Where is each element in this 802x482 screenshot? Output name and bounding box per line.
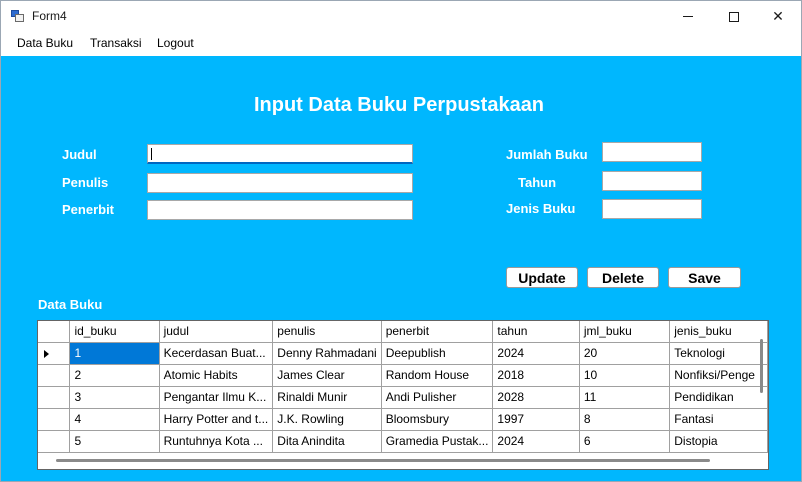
table-row[interactable]: 5 Runtuhnya Kota ... Dita Anindita Grame… xyxy=(38,430,768,453)
grid-cell[interactable]: Dita Anindita xyxy=(272,430,382,453)
table-row[interactable]: 2 Atomic Habits James Clear Random House… xyxy=(38,364,768,387)
data-buku-section-label: Data Buku xyxy=(38,297,103,312)
grid-cell[interactable]: Kecerdasan Buat... xyxy=(159,342,274,365)
menu-bar: Data Buku Transaksi Logout xyxy=(1,32,801,56)
grid-cell[interactable]: 1 xyxy=(69,342,160,365)
table-row[interactable]: 4 Harry Potter and t... J.K. Rowling Blo… xyxy=(38,408,768,431)
table-row[interactable]: 3 Pengantar Ilmu K... Rinaldi Munir Andi… xyxy=(38,386,768,409)
app-window: Form4 ✕ Data Buku Transaksi Logout Input… xyxy=(0,0,802,482)
jumlah-buku-field[interactable] xyxy=(602,142,702,162)
column-header-tahun[interactable]: tahun xyxy=(492,321,580,343)
grid-cell[interactable]: Harry Potter and t... xyxy=(159,408,274,431)
update-button[interactable]: Update xyxy=(506,267,578,288)
grid-cell[interactable]: 6 xyxy=(579,430,671,453)
form-panel: Input Data Buku Perpustakaan Judul Penul… xyxy=(1,56,801,481)
row-header[interactable] xyxy=(38,386,71,409)
column-header-penulis[interactable]: penulis xyxy=(272,321,382,343)
grid-cell[interactable]: Pendidikan xyxy=(669,386,768,409)
grid-cell[interactable]: 11 xyxy=(579,386,671,409)
jenis-buku-label: Jenis Buku xyxy=(506,201,576,216)
row-header[interactable] xyxy=(38,342,71,365)
horizontal-scrollbar[interactable] xyxy=(56,459,710,462)
grid-cell[interactable]: Teknologi xyxy=(669,342,768,365)
row-header[interactable] xyxy=(38,408,71,431)
penulis-label: Penulis xyxy=(62,175,109,190)
row-header[interactable] xyxy=(38,364,71,387)
menu-logout[interactable]: Logout xyxy=(155,36,196,50)
grid-cell[interactable]: Andi Pulisher xyxy=(381,386,494,409)
menu-transaksi[interactable]: Transaksi xyxy=(88,36,144,50)
penerbit-label: Penerbit xyxy=(62,202,115,217)
data-buku-grid[interactable]: id_buku judul penulis penerbit tahun jml… xyxy=(37,320,769,470)
grid-cell[interactable]: 10 xyxy=(579,364,671,387)
close-icon: ✕ xyxy=(772,8,784,24)
grid-corner-cell[interactable] xyxy=(38,321,71,343)
grid-cell[interactable]: Distopia xyxy=(669,430,768,453)
judul-field[interactable] xyxy=(147,144,413,164)
grid-cell[interactable]: 2028 xyxy=(492,386,580,409)
grid-cell[interactable]: Runtuhnya Kota ... xyxy=(159,430,274,453)
tahun-label: Tahun xyxy=(518,175,557,190)
column-header-judul[interactable]: judul xyxy=(159,321,274,343)
grid-cell[interactable]: Denny Rahmadani xyxy=(272,342,382,365)
column-header-id-buku[interactable]: id_buku xyxy=(69,321,160,343)
grid-cell[interactable]: Nonfiksi/Penge xyxy=(669,364,768,387)
grid-cell[interactable]: Atomic Habits xyxy=(159,364,274,387)
grid-cell[interactable]: J.K. Rowling xyxy=(272,408,382,431)
current-row-arrow-icon xyxy=(44,349,49,358)
jenis-buku-field[interactable] xyxy=(602,199,702,219)
grid-cell[interactable]: 8 xyxy=(579,408,671,431)
grid-cell[interactable]: Rinaldi Munir xyxy=(272,386,382,409)
grid-cell[interactable]: Fantasi xyxy=(669,408,768,431)
maximize-button[interactable] xyxy=(711,1,757,32)
grid-table: id_buku judul penulis penerbit tahun jml… xyxy=(38,321,768,453)
text-caret xyxy=(151,148,152,160)
table-row[interactable]: 1 Kecerdasan Buat... Denny Rahmadani Dee… xyxy=(38,342,768,365)
minimize-icon xyxy=(683,16,693,17)
column-header-penerbit[interactable]: penerbit xyxy=(381,321,494,343)
grid-header-row: id_buku judul penulis penerbit tahun jml… xyxy=(38,321,768,343)
grid-cell[interactable]: Random House xyxy=(381,364,494,387)
page-title: Input Data Buku Perpustakaan xyxy=(253,94,545,116)
save-button[interactable]: Save xyxy=(668,267,741,288)
grid-footer xyxy=(38,453,768,469)
penulis-field[interactable] xyxy=(147,173,413,193)
grid-cell[interactable]: Bloomsbury xyxy=(381,408,494,431)
grid-cell[interactable]: 2 xyxy=(69,364,160,387)
judul-label: Judul xyxy=(62,147,97,162)
column-header-jenis-buku[interactable]: jenis_buku xyxy=(669,321,768,343)
window-title: Form4 xyxy=(32,9,67,23)
menu-data-buku[interactable]: Data Buku xyxy=(15,36,75,50)
form-app-icon xyxy=(11,10,24,22)
grid-cell[interactable]: James Clear xyxy=(272,364,382,387)
grid-cell[interactable]: Pengantar Ilmu K... xyxy=(159,386,274,409)
title-bar: Form4 ✕ xyxy=(1,1,801,32)
penerbit-field[interactable] xyxy=(147,200,413,220)
grid-cell[interactable]: 1997 xyxy=(492,408,580,431)
grid-cell[interactable]: 4 xyxy=(69,408,160,431)
grid-cell[interactable]: 2018 xyxy=(492,364,580,387)
column-header-jml-buku[interactable]: jml_buku xyxy=(579,321,671,343)
row-header[interactable] xyxy=(38,430,71,453)
grid-cell[interactable]: Deepublish xyxy=(381,342,494,365)
minimize-button[interactable] xyxy=(665,1,711,32)
jumlah-buku-label: Jumlah Buku xyxy=(506,147,588,162)
delete-button[interactable]: Delete xyxy=(587,267,659,288)
maximize-icon xyxy=(729,11,739,22)
grid-cell[interactable]: 2024 xyxy=(492,342,580,365)
tahun-field[interactable] xyxy=(602,171,702,191)
grid-cell[interactable]: 20 xyxy=(579,342,671,365)
vertical-scrollbar[interactable] xyxy=(760,339,763,393)
grid-cell[interactable]: 5 xyxy=(69,430,160,453)
close-button[interactable]: ✕ xyxy=(755,1,801,32)
grid-cell[interactable]: Gramedia Pustak... xyxy=(381,430,494,453)
grid-cell[interactable]: 2024 xyxy=(492,430,580,453)
grid-cell[interactable]: 3 xyxy=(69,386,160,409)
